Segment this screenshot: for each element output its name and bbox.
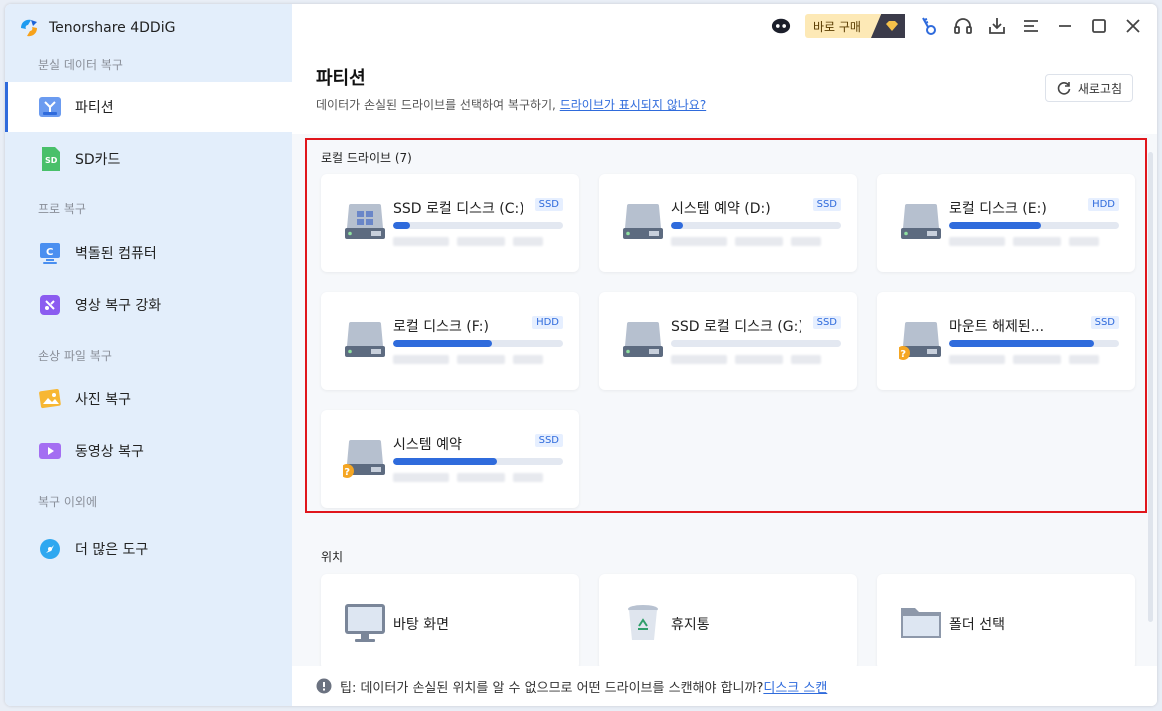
app-title: Tenorshare 4DDiG (49, 20, 176, 36)
sidebar-item-video-recovery[interactable]: 동영상 복구 (5, 426, 292, 476)
location-name: 바탕 화면 (393, 617, 449, 633)
minimize-icon[interactable] (1055, 16, 1075, 36)
location-card-recycle-bin[interactable]: 휴지통 (599, 574, 857, 670)
sidebar-item-label: 벽돌된 컴퓨터 (75, 246, 157, 262)
tip-text: 팁: 데이터가 손실된 위치를 알 수 없으므로 어떤 드라이브를 스캔해야 합… (340, 680, 764, 696)
desktop-icon (345, 604, 385, 642)
locations-label: 위치 (321, 550, 344, 564)
close-icon[interactable] (1123, 16, 1143, 36)
sidebar-item-more-tools[interactable]: 더 많은 도구 (5, 524, 292, 574)
buy-now-label: 바로 구매 (813, 19, 861, 34)
crashed-computer-icon: C (37, 240, 63, 266)
info-icon (316, 678, 332, 694)
video-icon (37, 438, 63, 464)
headset-support-icon[interactable] (953, 16, 973, 36)
video-repair-icon (37, 292, 63, 318)
diamond-icon (871, 14, 905, 38)
page-subtitle: 데이터가 손실된 드라이브를 선택하여 복구하기, 드라이브가 표시되지 않나요… (316, 96, 706, 113)
sidebar-item-label: 파티션 (75, 100, 114, 116)
buy-now-button[interactable]: 바로 구매 (805, 14, 905, 38)
drive-not-shown-link[interactable]: 드라이브가 표시되지 않나요? (560, 98, 706, 112)
maximize-icon[interactable] (1089, 16, 1109, 36)
assistant-robot-icon[interactable] (771, 16, 791, 36)
svg-text:C: C (46, 247, 53, 258)
refresh-icon (1057, 82, 1071, 95)
app-window: Tenorshare 4DDiG 분실 데이터 복구 파티션 SD SD카드 프… (5, 4, 1157, 706)
sidebar-item-label: 동영상 복구 (75, 444, 144, 460)
folder-icon (901, 608, 941, 638)
refresh-label: 새로고침 (1077, 81, 1122, 96)
location-name: 휴지통 (671, 617, 710, 633)
page-subtitle-text: 데이터가 손실된 드라이브를 선택하여 복구하기, (316, 98, 556, 112)
sidebar-item-partition[interactable]: 파티션 (5, 82, 292, 132)
sidebar-item-label: 영상 복구 강화 (75, 298, 162, 314)
brand: Tenorshare 4DDiG (17, 16, 175, 40)
key-icon[interactable] (919, 16, 939, 36)
recycle-bin-icon (628, 605, 658, 640)
refresh-button[interactable]: 새로고침 (1044, 74, 1133, 102)
sidebar-item-sd-card[interactable]: SD SD카드 (5, 134, 292, 184)
download-icon[interactable] (987, 16, 1007, 36)
menu-icon[interactable] (1021, 16, 1041, 36)
section-label-lost-data: 분실 데이터 복구 (38, 58, 123, 72)
tip-bar: 팁: 데이터가 손실된 위치를 알 수 없으므로 어떤 드라이브를 스캔해야 합… (292, 666, 1157, 706)
title-bar: 바로 구매 (771, 14, 1143, 38)
scrollbar[interactable] (1148, 152, 1153, 622)
highlight-frame (305, 138, 1147, 513)
sidebar: Tenorshare 4DDiG 분실 데이터 복구 파티션 SD SD카드 프… (5, 4, 292, 706)
app-logo-icon (21, 19, 37, 37)
main-panel: 바로 구매 파티션 데이터가 손실된 드라이브를 선택하여 복구하기, 드라이브… (292, 4, 1157, 706)
tools-icon (37, 536, 63, 562)
section-label-more: 복구 이외에 (38, 495, 98, 509)
photo-icon (37, 386, 63, 412)
location-name: 폴더 선택 (949, 617, 1005, 633)
disk-scan-link[interactable]: 디스크 스캔 (763, 677, 827, 696)
sidebar-item-label: SD카드 (75, 152, 121, 168)
sidebar-item-label: 사진 복구 (75, 392, 131, 408)
sidebar-item-video-repair[interactable]: 영상 복구 강화 (5, 280, 292, 330)
location-card-select-folder[interactable]: 폴더 선택 (877, 574, 1135, 670)
location-card-desktop[interactable]: 바탕 화면 (321, 574, 579, 670)
sidebar-item-crashed-computer[interactable]: C 벽돌된 컴퓨터 (5, 228, 292, 278)
section-label-file-repair: 손상 파일 복구 (38, 349, 112, 363)
partition-icon (37, 94, 63, 120)
page-title: 파티션 (316, 68, 366, 89)
section-label-pro-recovery: 프로 복구 (38, 202, 86, 216)
sd-card-icon: SD (37, 146, 63, 172)
sidebar-item-photo-repair[interactable]: 사진 복구 (5, 374, 292, 424)
sidebar-item-label: 더 많은 도구 (75, 542, 149, 558)
svg-text:SD: SD (45, 156, 58, 165)
